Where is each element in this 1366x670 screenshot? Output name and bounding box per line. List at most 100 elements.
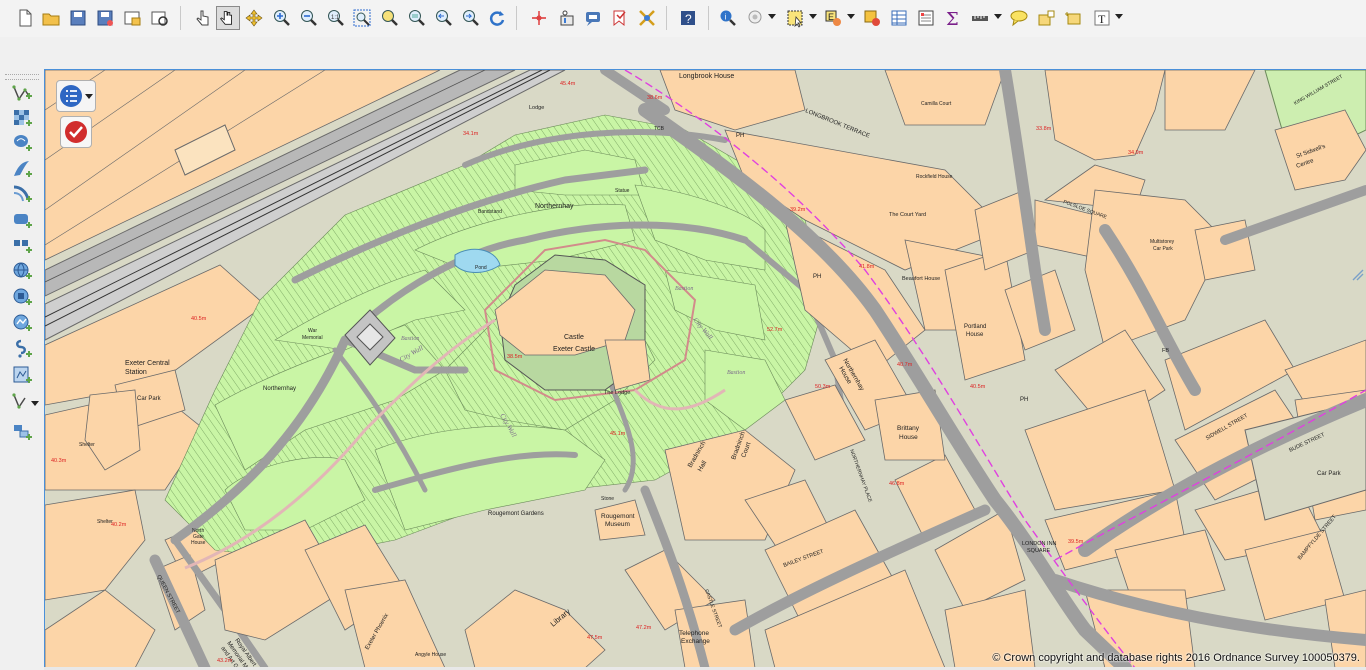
svg-text:i: i [725,13,727,22]
zoom-out-icon[interactable] [298,8,318,28]
add-postgis-layer-icon[interactable] [11,132,33,154]
add-wms-layer-icon[interactable] [11,260,33,282]
toolbar-separator [180,6,181,30]
spot-height: 52.7m [767,327,783,333]
map-tips-icon[interactable] [583,8,603,28]
zoom-next-icon[interactable] [460,8,480,28]
spot-height: 43.2m [217,658,233,664]
label-london-inn-1: LONDON INN [1022,541,1057,547]
label-brittany-house-2: House [899,434,918,441]
text-format-icon[interactable]: T [1092,8,1112,28]
add-wcs-layer-icon[interactable] [11,286,33,308]
spot-height: 33.8m [1036,126,1052,132]
select-location-dropdown-arrow[interactable] [809,14,817,19]
data-source-toolbar [0,70,44,670]
label-icon[interactable] [1036,8,1056,28]
virtual-layer-dropdown-arrow[interactable] [31,401,39,406]
zoom-to-selection-icon[interactable] [379,8,399,28]
spot-height: 40.5m [191,316,207,322]
form-annotation-icon[interactable] [1063,8,1083,28]
save-project-icon[interactable] [68,8,88,28]
label-portland-house-1: Portland [964,324,986,330]
add-spatialite-layer-icon[interactable] [11,158,33,180]
add-raster-layer-icon[interactable] [11,107,33,129]
locator-bar [0,37,1366,101]
save-as-icon[interactable] [95,8,115,28]
checklist-button[interactable] [60,116,92,148]
select-by-location-icon[interactable] [785,8,805,28]
field-calculator-icon[interactable] [889,8,909,28]
label-fb: FB [1162,348,1169,354]
add-virtual-layer-icon[interactable] [11,390,33,412]
add-delimited-text-icon[interactable] [11,338,33,360]
toolbar-separator [708,6,709,30]
copyright-notice: © Crown copyright and database rights 20… [992,652,1360,664]
label-ph-3: PH [1020,397,1028,403]
label-tcb: TCB [654,126,665,132]
decoration-grid-icon[interactable] [529,8,549,28]
layers-panel-toggle[interactable] [56,80,96,112]
open-project-icon[interactable] [41,8,61,28]
help-icon[interactable]: ? [678,8,698,28]
deselect-icon[interactable]: E [823,8,843,28]
toolbar-grip[interactable] [5,74,39,80]
new-print-layout-icon[interactable] [122,8,142,28]
touch-zoom-icon[interactable] [192,8,212,28]
zoom-in-icon[interactable] [271,8,291,28]
label-statue-1: Statue [615,188,630,194]
refresh-icon[interactable] [487,8,507,28]
zoom-native-icon[interactable]: 1:1 [325,8,345,28]
statistics-icon[interactable] [916,8,936,28]
add-wfs-layer-icon[interactable] [11,312,33,334]
add-vector-layer-icon[interactable] [11,82,33,104]
pan-icon[interactable] [216,6,240,30]
text-annotation-icon[interactable] [1009,8,1029,28]
zoom-full-icon[interactable] [352,8,372,28]
label-rockfield-house: Rockfield House [916,174,953,180]
spot-height: 40.3m [51,458,67,464]
zoom-last-icon[interactable] [433,8,453,28]
label-castle: Castle [564,334,584,341]
new-shapefile-icon[interactable] [11,364,33,386]
pan-to-selection-icon[interactable] [244,8,264,28]
new-bookmark-icon[interactable] [610,8,630,28]
select-dropdown-arrow[interactable] [768,14,776,19]
label-beaufort-house: Beaufort House [902,276,940,282]
label-bastion-3: Bastion [727,370,745,376]
measure-icon[interactable]: Σ [943,8,963,28]
svg-text:Σ: Σ [946,9,959,28]
attribute-table-icon[interactable] [862,8,882,28]
label-bastion-1: Bastion [401,336,419,342]
layout-manager-icon[interactable] [149,8,169,28]
spot-height: 41.8m [859,264,875,270]
annotation-icon[interactable] [970,8,990,28]
resize-handle-icon[interactable] [1352,268,1364,281]
toolbar-separator [516,6,517,30]
map-canvas[interactable]: Longbrook House LONGBROOK TERRACE Lodge … [44,69,1366,669]
label-lodge: Lodge [529,105,544,111]
text-format-dropdown-arrow[interactable] [1115,14,1123,19]
show-bookmarks-icon[interactable] [637,8,657,28]
add-oracle-layer-icon[interactable] [11,234,33,256]
spot-height: 34.9m [1128,150,1144,156]
spot-height: 45.1m [610,431,626,437]
label-exeter-central-2: Station [125,369,147,376]
label-ph-2: PH [813,274,821,280]
add-mssql-layer-icon[interactable] [11,183,33,205]
deselect-dropdown-arrow[interactable] [847,14,855,19]
label-pond: Pond [475,265,487,271]
temporal-icon[interactable] [557,8,577,28]
label-north-gate-3: House [191,540,206,546]
new-project-icon[interactable] [15,8,35,28]
add-db2-layer-icon[interactable] [11,209,33,231]
spot-height: 38.5m [507,354,523,360]
select-icon[interactable] [746,8,766,28]
identify-icon[interactable]: i [718,8,738,28]
label-bandstand: Bandstand [478,209,502,215]
svg-text:T: T [1098,12,1106,26]
add-spatialite-table-icon[interactable] [11,421,33,443]
zoom-to-layer-icon[interactable] [406,8,426,28]
label-rougemont-museum-1: Rougemont [601,513,635,520]
spot-height: 50.3m [815,384,831,390]
measure-dropdown-arrow[interactable] [994,14,1002,19]
